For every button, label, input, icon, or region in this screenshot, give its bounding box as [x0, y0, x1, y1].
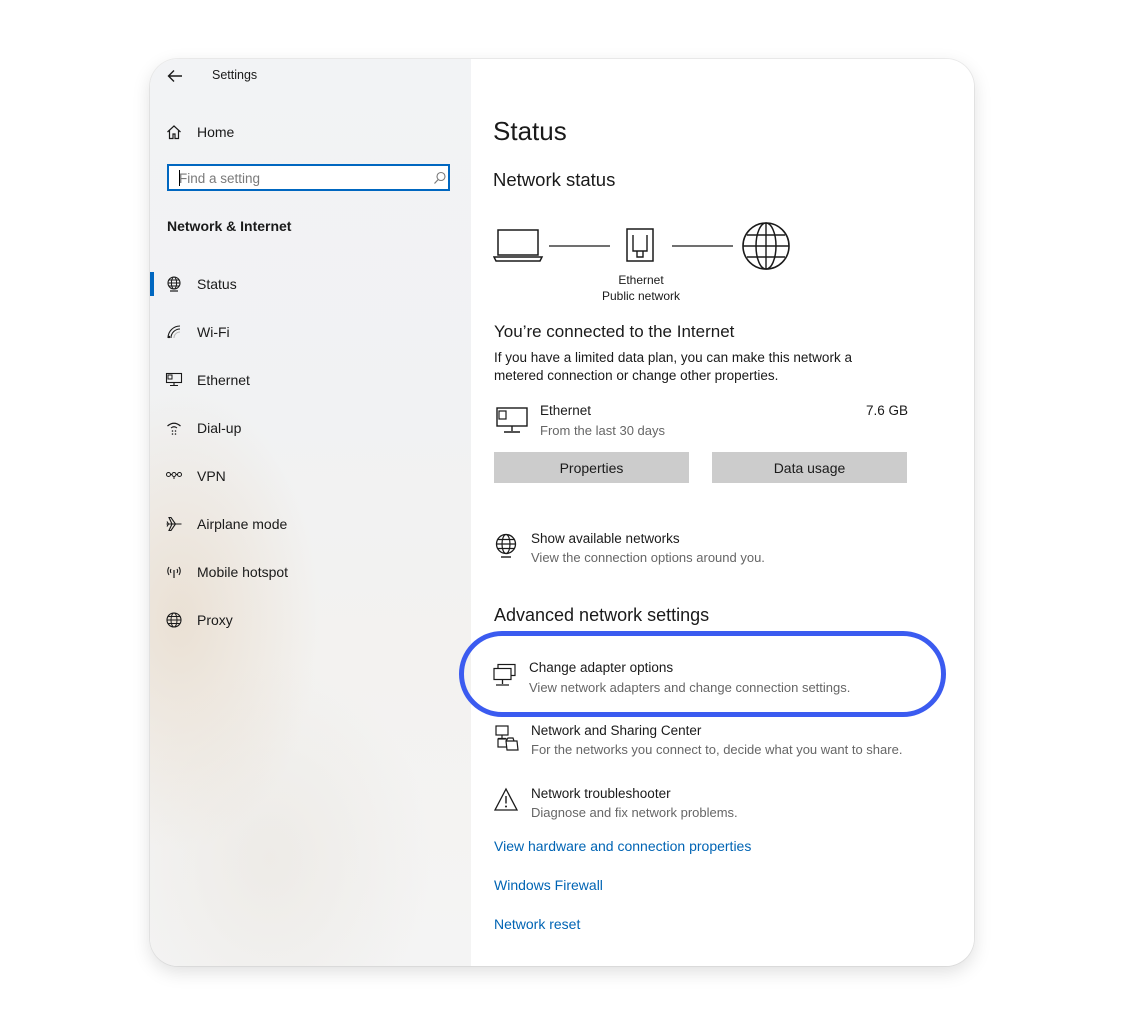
globe-icon [165, 611, 183, 629]
dialup-icon [165, 419, 183, 437]
diagram-adapter-name: Ethernet [618, 273, 664, 287]
window-title: Settings [212, 68, 258, 82]
sidebar-item-label: Ethernet [197, 372, 250, 388]
vpn-icon [165, 467, 183, 485]
network-troubleshooter[interactable]: Network troubleshooter Diagnose and fix … [494, 785, 934, 827]
sidebar-item-airplane-mode[interactable]: Airplane mode [150, 508, 471, 540]
sharing-center-icon [494, 724, 520, 752]
laptop-icon [493, 229, 544, 262]
sidebar-item-label: Status [197, 276, 237, 292]
usage-adapter-name: Ethernet [540, 403, 592, 418]
network-status-heading: Network status [493, 169, 616, 190]
hotspot-icon [165, 563, 183, 581]
home-icon [165, 123, 183, 141]
advanced-item-description: For the networks you connect to, decide … [531, 742, 903, 757]
airplane-icon [165, 515, 183, 533]
ethernet-icon [165, 371, 183, 389]
show-networks-title: Show available networks [531, 531, 680, 546]
advanced-item-description: View network adapters and change connect… [529, 680, 851, 695]
advanced-item-title: Change adapter options [529, 660, 674, 675]
view-hardware-link[interactable]: View hardware and connection properties [494, 838, 751, 854]
sidebar-item-dialup[interactable]: Dial-up [150, 412, 471, 444]
section-heading: Network & Internet [167, 218, 292, 234]
globe-status-icon [165, 275, 183, 293]
sidebar-item-vpn[interactable]: VPN [150, 460, 471, 492]
change-adapter-options[interactable]: Change adapter options View network adap… [492, 659, 932, 701]
internet-globe-icon [742, 222, 790, 270]
sidebar-item-mobile-hotspot[interactable]: Mobile hotspot [150, 556, 471, 588]
show-networks-description: View the connection options around you. [531, 550, 765, 565]
sidebar-item-wifi[interactable]: Wi-Fi [150, 316, 471, 348]
sidebar-item-home[interactable]: Home [150, 116, 471, 148]
wifi-icon [165, 323, 183, 341]
connected-description-line1: If you have a limited data plan, you can… [494, 350, 852, 365]
ethernet-usage-icon [494, 405, 530, 437]
network-sharing-center[interactable]: Network and Sharing Center For the netwo… [494, 722, 954, 764]
search-icon [433, 171, 447, 185]
properties-button[interactable]: Properties [494, 452, 689, 483]
advanced-settings-heading: Advanced network settings [494, 605, 710, 625]
sidebar-item-ethernet[interactable]: Ethernet [150, 364, 471, 396]
usage-amount: 7.6 GB [866, 403, 909, 418]
network-reset-link[interactable]: Network reset [494, 916, 580, 932]
sidebar-item-label: Proxy [197, 612, 233, 628]
diagram-network-type: Public network [601, 289, 681, 303]
show-available-networks[interactable]: Show available networks View the connect… [494, 529, 934, 571]
settings-window: Settings Home Network & Internet [150, 59, 974, 966]
sidebar-item-label: Mobile hotspot [197, 564, 289, 580]
sidebar-item-label: Home [197, 124, 235, 140]
usage-period: From the last 30 days [540, 423, 665, 438]
sidebar-item-label: Airplane mode [197, 516, 288, 532]
main-content: Status Network status Ethernet Public ne… [471, 59, 974, 966]
advanced-item-description: Diagnose and fix network problems. [531, 805, 738, 820]
sidebar-item-status[interactable]: Status [150, 268, 471, 300]
advanced-item-title: Network and Sharing Center [531, 723, 702, 738]
page-title: Status [493, 116, 567, 146]
sidebar-item-label: VPN [197, 468, 226, 484]
adapter-icon [492, 663, 518, 689]
sidebar-item-label: Dial-up [197, 420, 242, 436]
search-box[interactable] [167, 164, 450, 191]
warning-icon [494, 787, 520, 813]
connected-description-line2: metered connection or change other prope… [494, 368, 779, 383]
search-input[interactable] [179, 169, 419, 187]
connected-heading: You’re connected to the Internet [494, 322, 735, 341]
back-arrow-icon [167, 70, 182, 82]
sidebar-item-proxy[interactable]: Proxy [150, 604, 471, 636]
data-usage-button[interactable]: Data usage [712, 452, 907, 483]
selected-indicator [150, 272, 154, 296]
advanced-item-title: Network troubleshooter [531, 786, 671, 801]
sidebar-item-label: Wi-Fi [197, 324, 230, 340]
ethernet-port-icon [626, 228, 654, 262]
windows-firewall-link[interactable]: Windows Firewall [494, 877, 603, 893]
globe-networks-icon [494, 533, 518, 559]
network-diagram [493, 221, 793, 277]
back-button[interactable] [164, 67, 186, 85]
sidebar: Settings Home Network & Internet [150, 59, 471, 966]
